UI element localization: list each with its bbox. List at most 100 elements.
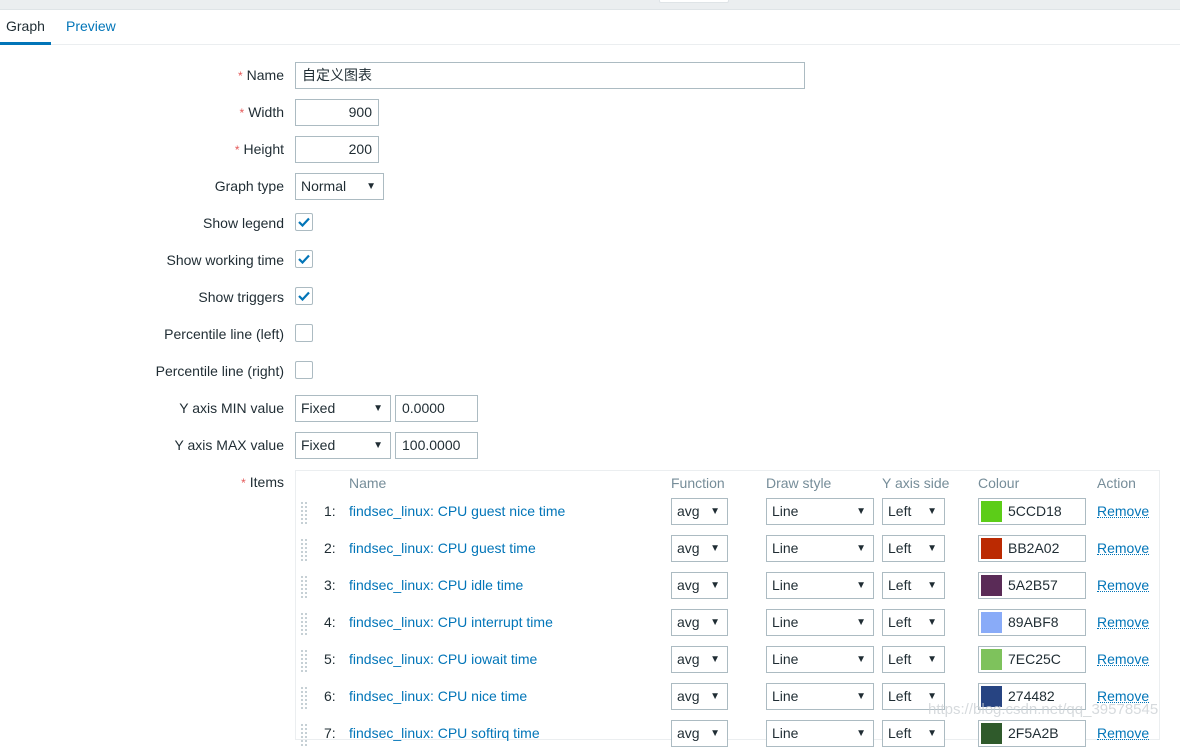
graph-type-select[interactable]: Normal ▼ bbox=[295, 173, 384, 200]
colour-swatch[interactable] bbox=[981, 686, 1002, 707]
colour-input[interactable]: 274482 bbox=[978, 683, 1086, 710]
drag-handle-icon[interactable] bbox=[301, 502, 309, 524]
chevron-down-icon: ▼ bbox=[366, 181, 376, 192]
item-name-link[interactable]: findsec_linux: CPU guest nice time bbox=[349, 498, 565, 524]
function-value: avg bbox=[677, 688, 700, 704]
drag-handle-icon[interactable] bbox=[301, 576, 309, 598]
checkmark-icon bbox=[298, 217, 310, 227]
y-axis-side-select[interactable]: Left ▼ bbox=[882, 683, 945, 710]
function-select[interactable]: avg ▼ bbox=[671, 720, 728, 747]
function-select[interactable]: avg ▼ bbox=[671, 572, 728, 599]
draw-style-select[interactable]: Line ▼ bbox=[766, 572, 874, 599]
function-select[interactable]: avg ▼ bbox=[671, 609, 728, 636]
colour-swatch[interactable] bbox=[981, 649, 1002, 670]
function-select[interactable]: avg ▼ bbox=[671, 498, 728, 525]
y-min-type-select[interactable]: Fixed ▼ bbox=[295, 395, 391, 422]
colour-value: 2F5A2B bbox=[1008, 725, 1059, 741]
colour-swatch[interactable] bbox=[981, 575, 1002, 596]
y-axis-side-select[interactable]: Left ▼ bbox=[882, 535, 945, 562]
colour-swatch[interactable] bbox=[981, 538, 1002, 559]
item-name-link[interactable]: findsec_linux: CPU guest time bbox=[349, 535, 536, 561]
draw-style-select[interactable]: Line ▼ bbox=[766, 609, 874, 636]
remove-link[interactable]: Remove bbox=[1097, 498, 1150, 519]
y-axis-side-select[interactable]: Left ▼ bbox=[882, 609, 945, 636]
y-axis-side-select[interactable]: Left ▼ bbox=[882, 646, 945, 673]
function-select[interactable]: avg ▼ bbox=[671, 683, 728, 710]
top-tab-stub bbox=[659, 0, 729, 3]
draw-style-value: Line bbox=[772, 540, 799, 556]
function-value: avg bbox=[677, 725, 700, 741]
colour-input[interactable]: 5A2B57 bbox=[978, 572, 1086, 599]
y-min-input[interactable]: 0.0000 bbox=[395, 395, 478, 422]
show-working-time-checkbox[interactable] bbox=[295, 250, 313, 268]
y-axis-side-select[interactable]: Left ▼ bbox=[882, 720, 945, 747]
drag-handle-icon[interactable] bbox=[301, 539, 309, 561]
colour-input[interactable]: 2F5A2B bbox=[978, 720, 1086, 747]
colour-value: 7EC25C bbox=[1008, 651, 1061, 667]
item-name-link[interactable]: findsec_linux: CPU interrupt time bbox=[349, 609, 553, 635]
colour-swatch[interactable] bbox=[981, 723, 1002, 744]
percentile-left-checkbox[interactable] bbox=[295, 324, 313, 342]
colour-value: 274482 bbox=[1008, 688, 1055, 704]
y-axis-side-select[interactable]: Left ▼ bbox=[882, 498, 945, 525]
colour-input[interactable]: 7EC25C bbox=[978, 646, 1086, 673]
height-input[interactable]: 200 bbox=[295, 136, 379, 163]
colour-value: 5A2B57 bbox=[1008, 577, 1058, 593]
y-max-input[interactable]: 100.0000 bbox=[395, 432, 478, 459]
name-label: * Name bbox=[237, 67, 284, 83]
y-min-row: Y axis MIN value Fixed ▼ 0.0000 bbox=[0, 395, 1180, 423]
width-input[interactable]: 900 bbox=[295, 99, 379, 126]
remove-link[interactable]: Remove bbox=[1097, 609, 1150, 630]
colour-input[interactable]: 5CCD18 bbox=[978, 498, 1086, 525]
drag-handle-icon[interactable] bbox=[301, 650, 309, 672]
chevron-down-icon: ▼ bbox=[856, 580, 866, 591]
name-input[interactable]: 自定义图表 bbox=[295, 62, 805, 89]
top-bar bbox=[0, 0, 1180, 10]
draw-style-select[interactable]: Line ▼ bbox=[766, 720, 874, 747]
y-max-type-select[interactable]: Fixed ▼ bbox=[295, 432, 391, 459]
items-label: * Items bbox=[241, 474, 284, 490]
y-min-type-value: Fixed bbox=[301, 400, 336, 416]
chevron-down-icon: ▼ bbox=[856, 617, 866, 628]
draw-style-value: Line bbox=[772, 614, 799, 630]
remove-link[interactable]: Remove bbox=[1097, 683, 1150, 704]
chevron-down-icon: ▼ bbox=[856, 691, 866, 702]
chevron-down-icon: ▼ bbox=[856, 654, 866, 665]
remove-link[interactable]: Remove bbox=[1097, 646, 1150, 667]
col-header-colour: Colour bbox=[978, 475, 1020, 491]
draw-style-select[interactable]: Line ▼ bbox=[766, 683, 874, 710]
drag-handle-icon[interactable] bbox=[301, 613, 309, 635]
remove-link[interactable]: Remove bbox=[1097, 572, 1150, 593]
y-axis-side-select[interactable]: Left ▼ bbox=[882, 572, 945, 599]
show-triggers-checkbox[interactable] bbox=[295, 287, 313, 305]
tab-preview[interactable]: Preview bbox=[60, 10, 122, 45]
item-name-link[interactable]: findsec_linux: CPU idle time bbox=[349, 572, 523, 598]
remove-link[interactable]: Remove bbox=[1097, 720, 1150, 741]
function-select[interactable]: avg ▼ bbox=[671, 535, 728, 562]
colour-input[interactable]: 89ABF8 bbox=[978, 609, 1086, 636]
colour-swatch[interactable] bbox=[981, 612, 1002, 633]
drag-handle-icon[interactable] bbox=[301, 687, 309, 709]
required-marker: * bbox=[237, 69, 243, 83]
graph-type-row: Graph type Normal ▼ bbox=[0, 173, 1180, 201]
remove-link[interactable]: Remove bbox=[1097, 535, 1150, 556]
function-select[interactable]: avg ▼ bbox=[671, 646, 728, 673]
draw-style-select[interactable]: Line ▼ bbox=[766, 498, 874, 525]
show-legend-checkbox[interactable] bbox=[295, 213, 313, 231]
show-legend-row: Show legend bbox=[0, 210, 1180, 238]
tab-graph[interactable]: Graph bbox=[0, 10, 51, 45]
chevron-down-icon: ▼ bbox=[373, 403, 383, 414]
colour-input[interactable]: BB2A02 bbox=[978, 535, 1086, 562]
item-name-link[interactable]: findsec_linux: CPU nice time bbox=[349, 683, 527, 709]
checkmark-icon bbox=[298, 254, 310, 264]
item-name-link[interactable]: findsec_linux: CPU iowait time bbox=[349, 646, 537, 672]
item-number: 3: bbox=[324, 577, 336, 593]
item-name-link[interactable]: findsec_linux: CPU softirq time bbox=[349, 720, 540, 746]
colour-swatch[interactable] bbox=[981, 501, 1002, 522]
item-number: 6: bbox=[324, 688, 336, 704]
drag-handle-icon[interactable] bbox=[301, 724, 309, 746]
percentile-right-checkbox[interactable] bbox=[295, 361, 313, 379]
y-axis-side-value: Left bbox=[888, 651, 912, 667]
draw-style-select[interactable]: Line ▼ bbox=[766, 535, 874, 562]
draw-style-select[interactable]: Line ▼ bbox=[766, 646, 874, 673]
